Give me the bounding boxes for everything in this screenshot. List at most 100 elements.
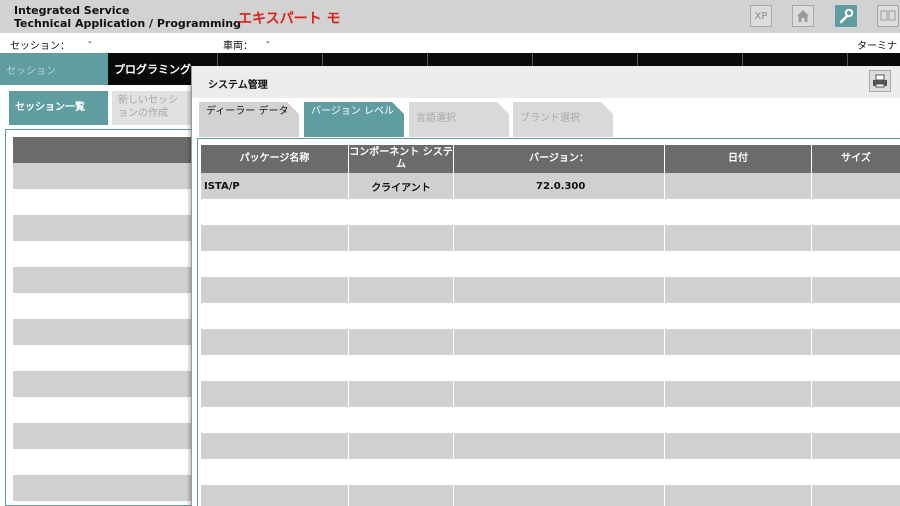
tab-corner: [497, 102, 509, 114]
cell-empty: [812, 433, 900, 459]
cell-empty: [812, 277, 900, 303]
session-list-row[interactable]: [13, 241, 195, 267]
table-row[interactable]: ISTA/P クライアント 72.0.300: [201, 173, 900, 199]
mode-label: エキスパート モ: [238, 11, 341, 27]
xp-button[interactable]: XP: [750, 5, 772, 27]
tab-corner: [392, 102, 404, 114]
xp-label: XP: [754, 10, 768, 22]
tab-brand-select-label: ブランド選択: [520, 113, 580, 124]
session-list-header: [13, 137, 195, 163]
cell-empty: [201, 329, 349, 355]
cell-empty: [665, 485, 812, 506]
table-row[interactable]: [201, 225, 900, 251]
table-row[interactable]: [201, 433, 900, 459]
cell-empty: [201, 277, 349, 303]
session-list-row[interactable]: [13, 163, 195, 189]
session-list-row[interactable]: [13, 345, 195, 371]
cell-empty: [349, 225, 454, 251]
cell-empty: [454, 381, 665, 407]
dialog-title: システム管理: [208, 80, 268, 91]
tab-language-select[interactable]: 言語選択: [409, 102, 509, 137]
table-row[interactable]: [201, 407, 900, 433]
window-icon: [880, 10, 896, 21]
cell-empty: [665, 329, 812, 355]
tab-version-level[interactable]: バージョン レベル: [304, 102, 404, 137]
cell-empty: [454, 225, 665, 251]
cell-empty: [812, 485, 900, 506]
session-label: セッション：: [10, 41, 70, 52]
col-header-component-system[interactable]: コンポーネント システム: [349, 145, 454, 173]
home-icon: [797, 10, 809, 22]
col-header-date[interactable]: 日付: [665, 145, 812, 173]
col-header-package-name[interactable]: パッケージ名称: [201, 145, 349, 173]
cell-empty: [349, 329, 454, 355]
tab-brand-select[interactable]: ブランド選択: [513, 102, 613, 137]
cell-empty: [454, 485, 665, 506]
table-row[interactable]: [201, 303, 900, 329]
cell-empty: [665, 381, 812, 407]
printer-icon: [873, 74, 887, 88]
cell-empty: [812, 329, 900, 355]
cell-date: [665, 173, 812, 199]
cell-size: [812, 173, 900, 199]
table-row[interactable]: [201, 277, 900, 303]
session-list-row[interactable]: [13, 397, 195, 423]
vehicle-value: -: [266, 37, 270, 48]
home-button[interactable]: [792, 5, 814, 27]
cell-empty: [201, 485, 349, 506]
service-button[interactable]: [835, 5, 857, 27]
table-row[interactable]: [201, 329, 900, 355]
session-list-row[interactable]: [13, 189, 195, 215]
col-header-size[interactable]: サイズ: [812, 145, 900, 173]
table-row[interactable]: [201, 459, 900, 485]
top-bar: Integrated Service Technical Application…: [0, 0, 900, 33]
dialog-header: システム管理: [192, 66, 900, 98]
cell-empty: [454, 277, 665, 303]
cell-package-name: ISTA/P: [201, 173, 349, 199]
info-bar: セッション： - 車両： - ターミナ: [0, 33, 900, 53]
session-list-row[interactable]: [13, 267, 195, 293]
col-header-version[interactable]: バージョン：: [454, 145, 665, 173]
cell-empty: [349, 277, 454, 303]
app-title-line1: Integrated Service: [14, 4, 130, 17]
print-button[interactable]: [869, 70, 891, 92]
app-title: Integrated Service Technical Application…: [14, 4, 241, 30]
session-list-row[interactable]: [13, 371, 195, 397]
session-list-row[interactable]: [13, 215, 195, 241]
cell-empty: [201, 225, 349, 251]
terminal-label: ターミナ: [857, 41, 897, 52]
table-header: パッケージ名称 コンポーネント システム バージョン： 日付 サイズ: [201, 145, 900, 173]
session-list-row[interactable]: [13, 423, 195, 449]
tab-new-session[interactable]: 新しいセッションの作成: [112, 91, 192, 125]
session-list-row[interactable]: [13, 449, 195, 475]
window-button[interactable]: [877, 5, 899, 27]
table-row[interactable]: [201, 355, 900, 381]
cell-empty: [665, 433, 812, 459]
tab-corner: [601, 102, 613, 114]
session-value: -: [88, 37, 92, 48]
cell-empty: [812, 381, 900, 407]
cell-empty: [665, 225, 812, 251]
session-list-row[interactable]: [13, 293, 195, 319]
version-table-panel: パッケージ名称 コンポーネント システム バージョン： 日付 サイズ ISTA/…: [197, 138, 900, 506]
table-row[interactable]: [201, 381, 900, 407]
table-row[interactable]: [201, 251, 900, 277]
cell-empty: [349, 433, 454, 459]
table-row[interactable]: [201, 199, 900, 225]
session-list-row[interactable]: [13, 319, 195, 345]
system-management-dialog: システム管理 ディーラー データ バージョン レベル 言語選択 ブランド選択 パ…: [191, 66, 900, 506]
tab-corner: [287, 102, 299, 114]
vehicle-label: 車両：: [223, 41, 253, 52]
sub-tabs: セッション一覧 新しいセッションの作成: [0, 85, 195, 129]
tab-dealer-data[interactable]: ディーラー データ: [199, 102, 299, 137]
cell-empty: [812, 225, 900, 251]
tab-version-level-label: バージョン レベル: [311, 106, 394, 117]
cell-empty: [349, 381, 454, 407]
table-row[interactable]: [201, 485, 900, 506]
wrench-icon: [839, 8, 854, 24]
nav-tab-session[interactable]: セッション: [0, 53, 108, 85]
tab-dealer-data-label: ディーラー データ: [206, 106, 289, 117]
tab-session-list[interactable]: セッション一覧: [9, 91, 108, 125]
dialog-tabs: ディーラー データ バージョン レベル 言語選択 ブランド選択: [192, 98, 900, 138]
session-list-row[interactable]: [13, 475, 195, 501]
